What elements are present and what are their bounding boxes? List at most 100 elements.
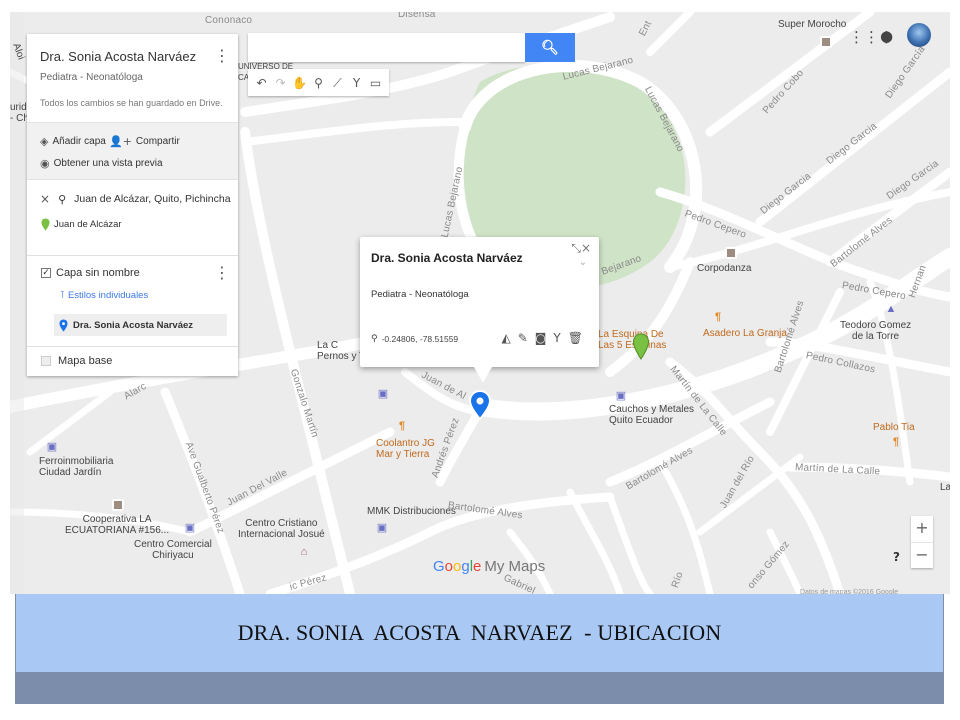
school-icon: ▲	[885, 303, 897, 315]
search-input[interactable]	[248, 33, 525, 62]
search-result-item[interactable]: Juan de Alcázar	[41, 218, 122, 231]
location-marker-green[interactable]	[632, 333, 650, 361]
hand-icon[interactable]: ✋	[290, 72, 309, 94]
info-window-coords-row: ⚲ -0.24806, -78.51559	[371, 334, 458, 344]
green-pin-icon	[41, 218, 50, 231]
close-icon[interactable]: ⤡×	[571, 241, 591, 256]
directions-icon[interactable]: Y	[553, 331, 560, 345]
place-label: Cooperativa LA ECUATORIANA #156...	[65, 514, 170, 536]
undo-icon[interactable]: ↶	[252, 72, 271, 94]
blue-pin-icon	[59, 319, 68, 331]
place-label: Cauchos y Metales Quito Ecuador	[609, 404, 695, 426]
place-label: Asadero La Granja	[703, 328, 787, 339]
place-label: Disensa	[398, 12, 436, 20]
search-icon: ⚲	[58, 192, 67, 206]
chevron-down-icon[interactable]: ⌄	[579, 257, 587, 268]
map-description[interactable]: Pediatra - Neonatóloga	[40, 72, 143, 83]
logo-letter: g	[461, 558, 470, 575]
info-window: Dra. Sonia Acosta Narváez ⤡× ⌄ Pediatra …	[360, 237, 599, 383]
info-window-coords: -0.24806, -78.51559	[381, 334, 459, 344]
info-window-toolbar: ◭ ✎ ◙ Y 🗑︎	[501, 331, 583, 345]
place-label: La	[940, 482, 950, 493]
share-button[interactable]: 👤+ Compartir	[109, 135, 180, 148]
save-status: Todos los cambios se han guardado en Dri…	[40, 98, 223, 108]
notifications-icon[interactable]: ●	[880, 27, 893, 45]
preview-button[interactable]: ◉ Obtener una vista previa	[40, 157, 163, 170]
avatar[interactable]	[907, 23, 931, 47]
caption-band: DRA. SONIA ACOSTA NARVAEZ - UBICACION	[15, 594, 944, 672]
divider	[27, 255, 238, 256]
layer-checkbox[interactable]: ✓	[41, 268, 51, 278]
place-label: Super Morocho	[778, 19, 847, 30]
add-layer-label: Añadir capa	[52, 136, 106, 147]
place-label: Pablo Tia	[873, 422, 915, 433]
google-my-maps-logo: Google My Maps	[433, 558, 545, 575]
map-toolbar: ↶ ↷ ✋ ⚲ ⟋ Y ▭	[248, 69, 389, 96]
route-icon[interactable]: Y	[347, 72, 366, 94]
shopping-icon: ▣	[615, 390, 627, 402]
close-icon[interactable]: ×	[40, 192, 50, 206]
add-person-icon: 👤+	[109, 135, 132, 148]
map-title[interactable]: Dra. Sonia Acosta Narváez	[40, 49, 196, 64]
location-marker-blue[interactable]	[467, 389, 493, 423]
search-query: Juan de Alcázar, Quito, Pichincha	[74, 193, 231, 205]
zoom-out-button[interactable]: −	[911, 542, 933, 568]
logo-letter: G	[433, 558, 445, 575]
base-map-row[interactable]: Mapa base	[41, 355, 112, 367]
pin-icon: ⚲	[371, 334, 378, 344]
slide-caption: DRA. SONIA ACOSTA NARVAEZ - UBICACION	[237, 620, 722, 645]
add-layer-button[interactable]: ◈ Añadir capa	[40, 135, 106, 148]
shopping-icon: ▣	[376, 522, 388, 534]
place-label: MMK Distribuciones	[367, 506, 456, 517]
layer-styles-label: Estilos individuales	[67, 290, 149, 301]
divider	[27, 346, 238, 347]
zoom-control: + −	[911, 516, 933, 568]
restaurant-icon: ¶	[398, 420, 406, 432]
camera-icon[interactable]: ◙	[535, 331, 547, 345]
place-label: Ferroinmobiliaria Ciudad Jardín	[39, 456, 114, 478]
edit-pencil-icon[interactable]: ✎	[518, 331, 528, 345]
base-map-icon	[41, 356, 51, 366]
store-icon	[820, 36, 832, 48]
layer-header[interactable]: ✓ Capa sin nombre	[41, 267, 140, 279]
shopping-icon: ▣	[377, 388, 389, 400]
marker-icon[interactable]: ⚲	[309, 72, 328, 94]
footer-bar	[15, 672, 944, 704]
google-wordmark: Google	[433, 558, 481, 575]
place-label: Centro Cristiano Internacional Josué	[238, 518, 325, 540]
zoom-in-button[interactable]: +	[911, 516, 933, 542]
place-label: Centro Comercial Chiriyacu	[134, 539, 212, 561]
eye-icon: ◉	[40, 157, 50, 170]
shopping-icon: ▣	[46, 441, 58, 453]
polyline-icon[interactable]: ⟋	[328, 72, 347, 94]
info-window-tail	[474, 367, 492, 383]
ruler-icon[interactable]: ▭	[366, 72, 385, 94]
layers-icon: ◈	[40, 135, 49, 148]
search-button[interactable]: 🔍︎	[525, 33, 575, 62]
trash-icon[interactable]: 🗑︎	[568, 331, 583, 345]
layer-options-icon[interactable]: ⋮	[214, 263, 230, 282]
logo-letter: e	[473, 558, 482, 575]
shopping-icon: ▣	[184, 522, 196, 534]
more-options-icon[interactable]: ⋮	[214, 46, 230, 65]
layer-name[interactable]: Capa sin nombre	[56, 267, 140, 279]
share-label: Compartir	[135, 136, 180, 147]
search-result-label: Juan de Alcázar	[54, 219, 122, 230]
map-legend-panel: Dra. Sonia Acosta Narváez ⋮ Pediatra - N…	[27, 34, 238, 376]
store-icon	[112, 499, 124, 511]
my-maps-wordmark: My Maps	[484, 558, 546, 575]
slide: Cononaco Disensa Lucas Bejarano Lucas Be…	[0, 0, 960, 720]
place-label: Teodoro Gomez de la Torre	[840, 320, 912, 342]
church-icon: ⌂	[300, 546, 308, 558]
place-label: Corpodanza	[697, 263, 752, 274]
preview-label: Obtener una vista previa	[53, 158, 163, 169]
search-icon: 🔍︎	[541, 39, 559, 56]
restaurant-icon: ¶	[714, 311, 722, 323]
redo-icon[interactable]: ↷	[271, 72, 290, 94]
restaurant-icon: ¶	[892, 436, 900, 448]
feature-item[interactable]: Dra. Sonia Acosta Narváez	[54, 314, 227, 336]
help-icon[interactable]: ?	[893, 550, 907, 564]
layer-styles-link[interactable]: ⊺ Estilos individuales	[60, 290, 148, 301]
info-window-title: Dra. Sonia Acosta Narváez	[371, 251, 523, 265]
paint-bucket-icon[interactable]: ◭	[501, 331, 510, 345]
